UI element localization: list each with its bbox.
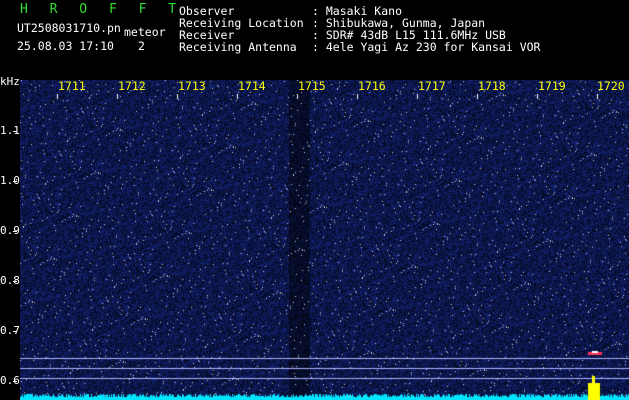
app-title: H R O F F T	[20, 2, 184, 17]
spectrogram	[20, 80, 629, 400]
y-tick-mark	[13, 181, 17, 182]
y-tick-mark	[13, 381, 17, 382]
channel-label: 2	[138, 39, 145, 53]
y-tick-mark	[13, 231, 17, 232]
x-tick-1715: 1715	[298, 79, 326, 93]
x-tick-1720: 1720	[597, 79, 625, 93]
x-tick-1711: 1711	[58, 79, 86, 93]
antenna-value: : 4ele Yagi Az 230 for Kansai VOR	[312, 40, 541, 54]
x-tick-1713: 1713	[178, 79, 206, 93]
x-tick-1712: 1712	[118, 79, 146, 93]
y-tick-mark	[13, 131, 17, 132]
x-tick-1714: 1714	[238, 79, 266, 93]
y-tick-mark	[13, 281, 17, 282]
mode-label: meteor	[124, 25, 166, 39]
x-tick-1717: 1717	[418, 79, 446, 93]
datetime-label: 25.08.03 17:10	[17, 39, 114, 53]
hrofft-window: H R O F F T UT2508031710.pn meteor 25.08…	[0, 0, 629, 400]
y-tick-mark	[13, 331, 17, 332]
x-tick-1718: 1718	[478, 79, 506, 93]
x-tick-1719: 1719	[538, 79, 566, 93]
antenna-label: Receiving Antenna	[179, 40, 297, 54]
x-tick-1716: 1716	[358, 79, 386, 93]
filename-label: UT2508031710.pn	[17, 21, 121, 35]
y-axis-unit: kHz	[0, 75, 20, 88]
